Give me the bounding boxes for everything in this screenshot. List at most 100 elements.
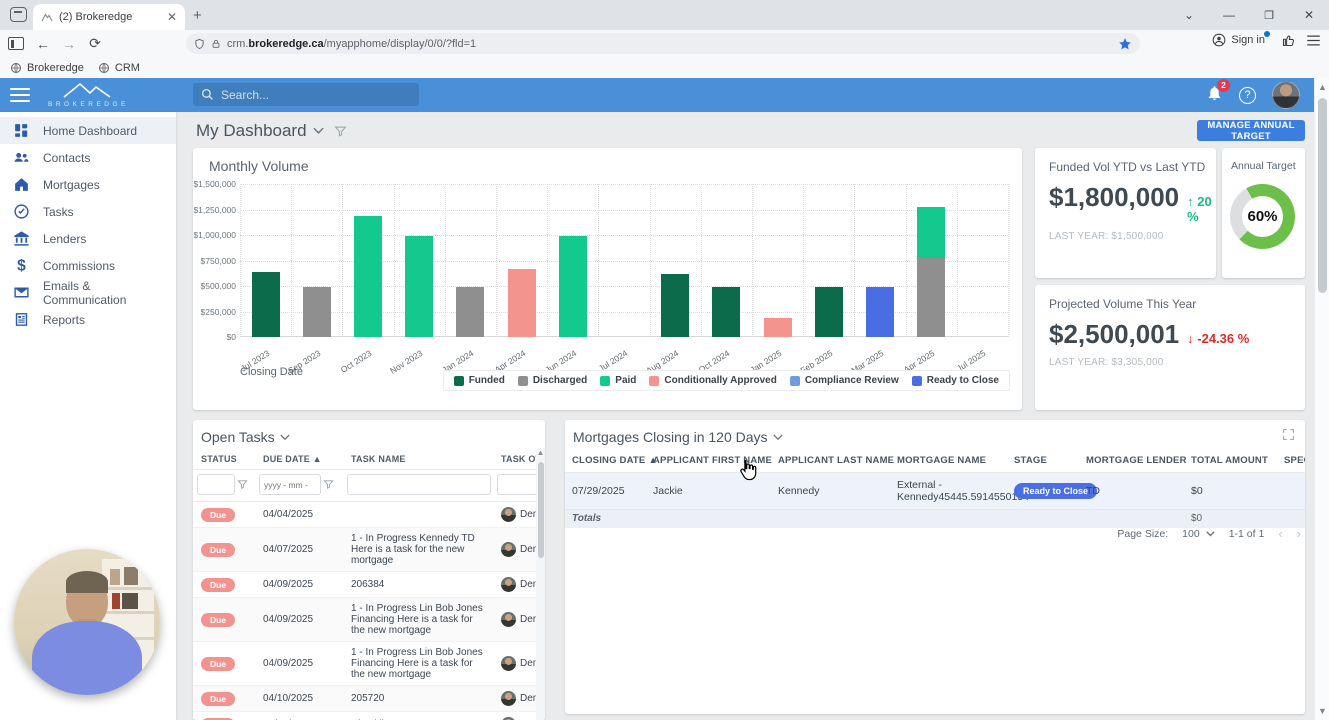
notifications-button[interactable]: 2 xyxy=(1206,78,1230,107)
tasks-column-header[interactable]: DUE DATE ▲ xyxy=(255,451,343,470)
chart-bar-conditionally-approved[interactable] xyxy=(507,269,536,337)
tab-search-icon[interactable]: ⌄ xyxy=(1169,0,1209,30)
legend-item: Compliance Review xyxy=(789,375,899,386)
open-tasks-title[interactable]: Open Tasks xyxy=(193,420,545,451)
back-button[interactable]: ← xyxy=(30,36,56,52)
browser-tab[interactable]: (2) Brokeredge ✕ xyxy=(33,4,185,30)
page-title[interactable]: My Dashboard xyxy=(196,121,307,141)
mortgages-column-header[interactable]: CLOSING DATE ▲ xyxy=(565,451,658,473)
search-input[interactable] xyxy=(221,87,391,102)
window-minimize-button[interactable]: — xyxy=(1209,0,1249,30)
mortgages-column-header[interactable]: SPECI xyxy=(1277,451,1305,473)
task-row[interactable]: Due04/14/2025ChecklistDemo U xyxy=(193,712,545,720)
projected-volume-card: Projected Volume This Year $2,500,001 ↓ … xyxy=(1035,285,1305,410)
task-row[interactable]: Due04/04/2025Demo U xyxy=(193,502,545,528)
mortgages-column-header[interactable]: TOTAL AMOUNT xyxy=(1184,451,1277,473)
tasks-scrollbar[interactable]: ▲ xyxy=(536,448,545,720)
funded-delta: ↑ 20 % xyxy=(1187,194,1212,224)
chart-bar-paid[interactable] xyxy=(558,236,587,337)
sidebar-item-mortgages[interactable]: Mortgages xyxy=(0,171,176,198)
next-page-button[interactable]: › xyxy=(1297,526,1301,541)
chart-bar-funded[interactable] xyxy=(251,272,280,337)
mortgages-column-header[interactable]: MORTGAGE NAME xyxy=(890,451,1007,473)
owner-avatar xyxy=(501,507,516,522)
sidebar-item-commissions[interactable]: $ Commissions xyxy=(0,252,176,279)
dashboard-filter-icon[interactable] xyxy=(334,125,347,138)
task-name-filter-input[interactable] xyxy=(347,474,491,495)
chart-bar-discharged[interactable] xyxy=(456,287,485,337)
prev-page-button[interactable]: ‹ xyxy=(1278,526,1282,541)
thumbs-up-icon[interactable] xyxy=(1281,33,1296,48)
bookmark-item[interactable]: CRM xyxy=(98,62,140,74)
sidebar-item-reports[interactable]: Reports xyxy=(0,306,176,333)
chart-bar-paid[interactable] xyxy=(917,207,946,258)
chevron-down-icon[interactable] xyxy=(312,127,324,135)
sidebar-item-tasks[interactable]: Tasks xyxy=(0,198,176,225)
mortgages-title[interactable]: Mortgages Closing in 120 Days xyxy=(565,420,1305,451)
task-row[interactable]: Due04/09/2025206384Demo U xyxy=(193,572,545,598)
chart-bar-conditionally-approved[interactable] xyxy=(763,318,792,337)
chart-bar-funded[interactable] xyxy=(712,287,741,337)
browser-menu-icon[interactable] xyxy=(1306,34,1321,47)
sidebar-item-lenders[interactable]: Lenders xyxy=(0,225,176,252)
page-scrollbar[interactable]: ▲ ▼ xyxy=(1314,78,1329,720)
chart-title: Monthly Volume xyxy=(209,158,309,174)
sidebar-item-home-dashboard[interactable]: Home Dashboard xyxy=(0,117,176,144)
mortgages-column-header[interactable]: STAGE xyxy=(1007,451,1079,473)
tasks-column-header[interactable]: TASK NAME xyxy=(343,451,493,470)
legend-label: Paid xyxy=(615,375,637,386)
legend-swatch xyxy=(911,375,922,386)
task-row[interactable]: Due 04/07/2025 1 - In Progress Kennedy TD … xyxy=(193,528,545,572)
task-row[interactable]: Due 04/09/2025 1 - In Progress Lin Bob Jon… xyxy=(193,642,545,686)
brokeredge-logo[interactable]: BROKEREDGE xyxy=(48,82,126,108)
mortgage-row[interactable]: 07/29/2025 Jackie Kennedy External - Kenned… xyxy=(565,473,1305,510)
chart-bar-discharged[interactable] xyxy=(302,287,331,337)
url-bar[interactable]: crm.brokeredge.ca/myapphome/display/0/0/… xyxy=(186,33,1140,54)
help-button[interactable]: ? xyxy=(1239,86,1256,104)
user-avatar[interactable] xyxy=(1272,81,1300,109)
lock-icon xyxy=(212,39,220,48)
mortgages-column-header[interactable]: MORTGAGE LENDER xyxy=(1079,451,1186,473)
totals-label: Totals xyxy=(572,513,602,524)
bookmark-star-icon[interactable] xyxy=(1118,37,1132,51)
expand-icon[interactable] xyxy=(1282,428,1295,441)
chart-bar-discharged[interactable] xyxy=(917,258,946,337)
status-filter-icon[interactable] xyxy=(237,479,248,490)
page-size-select[interactable]: 100 xyxy=(1182,528,1215,540)
task-row[interactable]: Due 04/09/2025 1 - In Progress Lin Bob Jon… xyxy=(193,598,545,642)
due-date-filter-input[interactable] xyxy=(259,474,321,495)
browser-sidebar-icon[interactable] xyxy=(8,37,24,50)
tab-actions-icon[interactable] xyxy=(10,7,27,22)
chart-bar-paid[interactable] xyxy=(354,216,382,337)
due-date-filter-icon[interactable] xyxy=(323,479,334,490)
sidebar-item-emails-communication[interactable]: Emails & Communication xyxy=(0,279,176,307)
window-restore-button[interactable]: ❐ xyxy=(1249,0,1289,30)
status-filter-input[interactable] xyxy=(197,474,235,495)
legend-label: Compliance Review xyxy=(804,375,899,386)
lenders-icon xyxy=(13,230,30,247)
chart-bar-funded[interactable] xyxy=(661,274,690,337)
forward-button[interactable]: → xyxy=(56,36,82,52)
task-name-cell: 1 - In Progress Kennedy TD Here is a tas… xyxy=(351,533,475,566)
sidebar-item-label: Reports xyxy=(43,312,86,327)
scroll-up-icon[interactable]: ▲ xyxy=(1315,82,1329,92)
chart-bar-paid[interactable] xyxy=(405,236,434,337)
scroll-up-icon[interactable]: ▲ xyxy=(536,448,545,457)
chart-bar-ready-to-close[interactable] xyxy=(866,287,894,337)
reload-button[interactable]: ⟳ xyxy=(82,35,108,52)
task-row[interactable]: Due04/10/2025205720Demo U xyxy=(193,686,545,712)
tab-close-icon[interactable]: ✕ xyxy=(167,10,177,24)
mortgages-column-header[interactable]: APPLICANT LAST NAME xyxy=(771,451,894,473)
scrollbar-thumb[interactable] xyxy=(1318,98,1327,293)
signin-button[interactable]: Sign in xyxy=(1206,31,1271,49)
chart-bar-funded[interactable] xyxy=(814,287,843,337)
tasks-column-header[interactable]: STATUS xyxy=(193,451,255,470)
scroll-down-icon[interactable]: ▼ xyxy=(1315,706,1329,716)
global-search[interactable] xyxy=(193,83,419,106)
sidebar-item-contacts[interactable]: Contacts xyxy=(0,144,176,171)
hamburger-menu-icon[interactable] xyxy=(10,84,30,106)
new-tab-button[interactable]: + xyxy=(193,7,202,24)
window-close-button[interactable]: ✕ xyxy=(1289,0,1329,30)
manage-annual-target-button[interactable]: MANAGE ANNUAL TARGET xyxy=(1197,120,1305,142)
bookmark-item[interactable]: Brokeredge xyxy=(10,62,84,74)
